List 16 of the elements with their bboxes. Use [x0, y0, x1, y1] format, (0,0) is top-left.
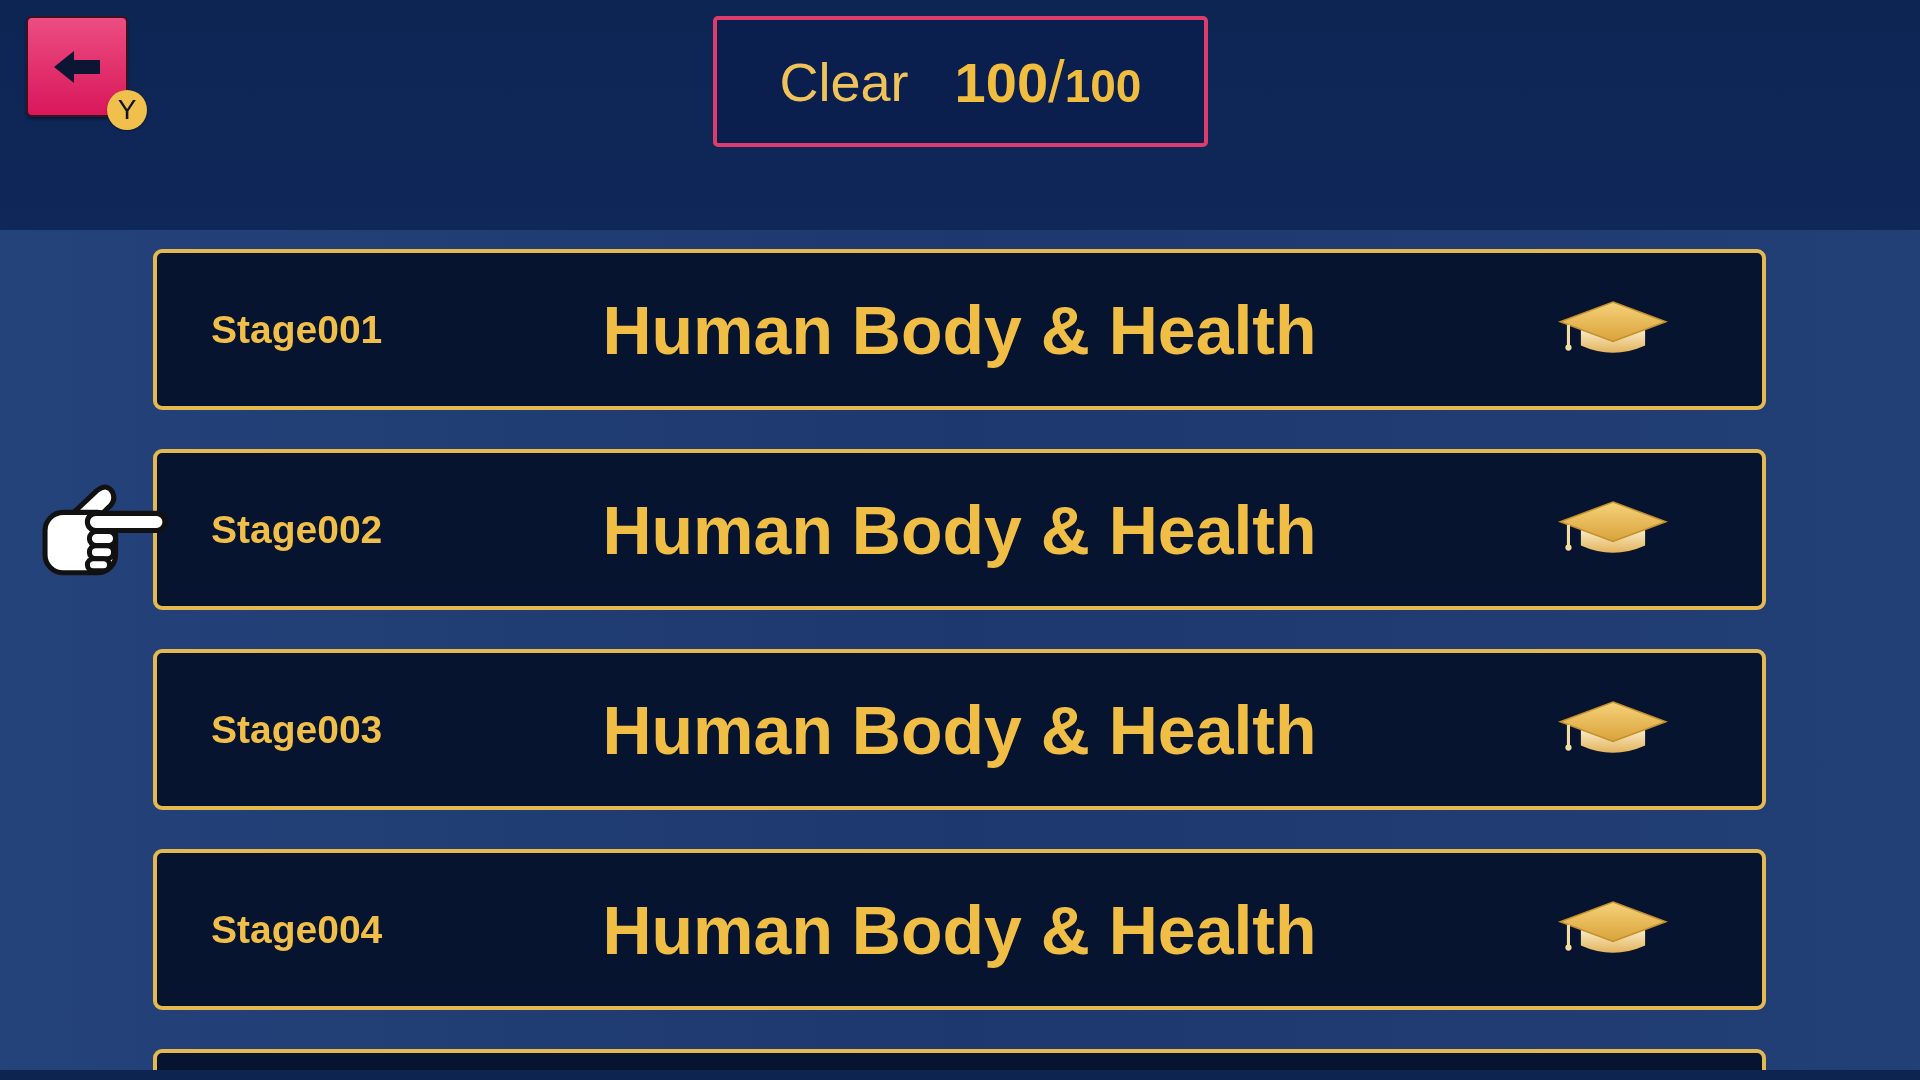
- stage-title: Human Body & Health: [602, 690, 1317, 769]
- stage-number: Stage001: [211, 307, 383, 352]
- stage-number: Stage003: [211, 707, 383, 752]
- stage-number: Stage004: [211, 907, 383, 952]
- stage-row[interactable]: Stage001 Human Body & Health: [153, 249, 1766, 410]
- stage-row[interactable]: Stage004 Human Body & Health: [153, 849, 1766, 1010]
- stage-title: Human Body & Health: [602, 490, 1317, 569]
- key-hint: Y: [107, 90, 147, 130]
- stage-title: Human Body & Health: [602, 890, 1317, 969]
- left-arrow-icon: [54, 50, 100, 83]
- clear-count: 100/100: [954, 51, 1142, 112]
- clear-label: Clear: [779, 54, 909, 109]
- stage-row[interactable]: Stage003 Human Body & Health: [153, 649, 1766, 810]
- stage-number: Stage002: [211, 507, 383, 552]
- stage-row[interactable]: Stage002 Human Body & Health: [153, 449, 1766, 610]
- stage-title: Human Body & Health: [602, 290, 1317, 369]
